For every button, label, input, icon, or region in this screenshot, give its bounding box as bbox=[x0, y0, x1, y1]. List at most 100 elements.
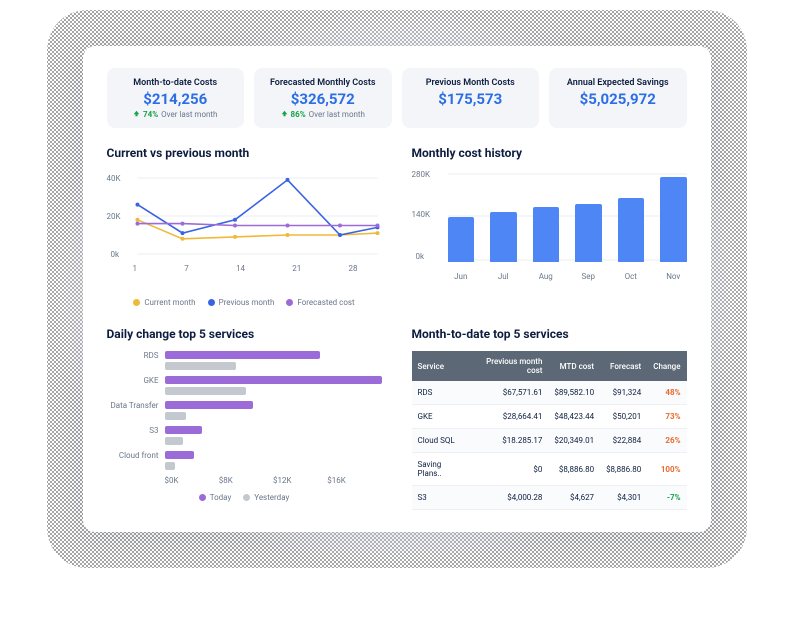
x-tick: $16K bbox=[327, 476, 381, 485]
y-tick: 140K bbox=[412, 210, 431, 219]
line-point bbox=[375, 224, 379, 228]
line-point bbox=[338, 233, 342, 237]
kpi-forecasted: Forecasted Monthly Costs $326,572 86% Ov… bbox=[254, 68, 392, 128]
section-bar-chart: Monthly cost history 280K 140K 0k Jun Jul… bbox=[412, 146, 687, 307]
hbar-label: Data Transfer bbox=[107, 401, 159, 411]
x-tick: Jul bbox=[490, 272, 517, 281]
cell-service: GKE bbox=[412, 405, 469, 429]
dashboard-card: Month-to-date Costs $214,256 74% Over la… bbox=[83, 46, 711, 532]
cell-forecast: $22,884 bbox=[600, 429, 647, 453]
bar bbox=[490, 212, 517, 262]
section-title: Current vs previous month bbox=[107, 146, 382, 160]
kpi-value: $5,025,972 bbox=[557, 90, 679, 108]
cell-service: Cloud SQL bbox=[412, 429, 469, 453]
y-tick: 0k bbox=[416, 252, 425, 261]
bar bbox=[448, 217, 475, 262]
legend-label: Previous month bbox=[219, 298, 275, 307]
line-point bbox=[285, 224, 289, 228]
section-title: Monthly cost history bbox=[412, 146, 687, 160]
bar-chart: 280K 140K 0k JunJulAugSepOctNov bbox=[412, 170, 687, 290]
section-title: Month-to-date top 5 services bbox=[412, 327, 687, 341]
bar-group bbox=[448, 170, 687, 262]
bar bbox=[533, 207, 560, 262]
x-tick: Sep bbox=[575, 272, 602, 281]
legend-item: Forecasted cost bbox=[286, 298, 354, 307]
col-forecast: Forecast bbox=[600, 351, 647, 381]
x-tick: $8K bbox=[219, 476, 273, 485]
kpi-sub-label: Over last month bbox=[309, 110, 365, 119]
cell-forecast: $8,886.80 bbox=[600, 453, 647, 486]
col-mtd: MTD cost bbox=[548, 351, 600, 381]
kpi-title: Forecasted Monthly Costs bbox=[262, 78, 384, 88]
col-service: Service bbox=[412, 351, 469, 381]
line-point bbox=[233, 218, 237, 222]
hbar-row: S3 bbox=[107, 426, 382, 445]
line-point bbox=[233, 235, 237, 239]
hbar-legend: Today Yesterday bbox=[107, 493, 382, 502]
y-tick: 280K bbox=[412, 170, 431, 179]
line-point bbox=[233, 224, 237, 228]
cell-mtd: $8,886.80 bbox=[548, 453, 600, 486]
hbar-x-labels: $0K $8K $12K $16K bbox=[165, 476, 382, 485]
kpi-value: $214,256 bbox=[115, 90, 237, 108]
kpi-prev-month: Previous Month Costs $175,573 bbox=[402, 68, 540, 128]
glow-frame: Month-to-date Costs $214,256 74% Over la… bbox=[83, 46, 711, 532]
line-point bbox=[135, 218, 139, 222]
cell-service: Saving Plans.. bbox=[412, 453, 469, 486]
kpi-title: Previous Month Costs bbox=[410, 78, 532, 88]
table-row: RDS$67,571.61$89,582.10$91,32448% bbox=[412, 381, 687, 405]
cell-prev: $67,571.61 bbox=[469, 381, 548, 405]
cell-change: 26% bbox=[647, 429, 686, 453]
cell-forecast: $91,324 bbox=[600, 381, 647, 405]
legend-item: Current month bbox=[133, 298, 195, 307]
line-point bbox=[285, 233, 289, 237]
hbar bbox=[165, 412, 187, 420]
hbar-label: Cloud front bbox=[107, 451, 159, 461]
hbar-row: GKE bbox=[107, 376, 382, 395]
table-header: Service Previous month cost MTD cost For… bbox=[412, 351, 687, 381]
y-tick: 20K bbox=[107, 212, 121, 221]
y-tick: 0k bbox=[111, 250, 120, 259]
hbar-track bbox=[165, 376, 382, 395]
legend-item: Previous month bbox=[208, 298, 275, 307]
x-tick: 14 bbox=[236, 264, 245, 273]
hbar bbox=[165, 351, 321, 359]
kpi-sub: 86% Over last month bbox=[262, 110, 384, 119]
kpi-title: Annual Expected Savings bbox=[557, 78, 679, 88]
table-row: GKE$28,664.41$48,423.44$50,20173% bbox=[412, 405, 687, 429]
kpi-pct: 86% bbox=[291, 110, 306, 119]
cell-service: S3 bbox=[412, 486, 469, 510]
hbar-chart: RDS GKE Data Transfer S3 Cloud front $0K $8K… bbox=[107, 351, 382, 502]
hbar bbox=[165, 426, 203, 434]
x-tick: Jun bbox=[448, 272, 475, 281]
hbar-row: Cloud front bbox=[107, 451, 382, 470]
legend-dot-icon bbox=[199, 494, 206, 501]
cell-change: 100% bbox=[647, 453, 686, 486]
hbar-label: RDS bbox=[107, 351, 159, 361]
legend-dot-icon bbox=[243, 494, 250, 501]
kpi-sub: 74% Over last month bbox=[115, 110, 237, 119]
bar bbox=[575, 204, 602, 262]
hbar-track bbox=[165, 451, 382, 470]
cell-mtd: $89,582.10 bbox=[548, 381, 600, 405]
hbar bbox=[165, 362, 237, 370]
line-point bbox=[180, 231, 184, 235]
hbar-track bbox=[165, 351, 382, 370]
legend-item: Yesterday bbox=[243, 493, 289, 502]
bar-x-labels: JunJulAugSepOctNov bbox=[448, 272, 687, 281]
section-title: Daily change top 5 services bbox=[107, 327, 382, 341]
hbar-label: GKE bbox=[107, 376, 159, 386]
hbar bbox=[165, 387, 246, 395]
legend-dot-icon bbox=[133, 299, 140, 306]
legend-label: Today bbox=[210, 493, 232, 502]
cell-prev: $0 bbox=[469, 453, 548, 486]
dashboard-grid: Current vs previous month 40K 20K 0k 1 7… bbox=[107, 146, 687, 510]
x-tick: Aug bbox=[533, 272, 560, 281]
legend-label: Forecasted cost bbox=[297, 298, 354, 307]
hbar bbox=[165, 437, 184, 445]
table-row: Saving Plans..$0$8,886.80$8,886.80100% bbox=[412, 453, 687, 486]
legend-label: Yesterday bbox=[254, 493, 289, 502]
legend-dot-icon bbox=[208, 299, 215, 306]
arrow-up-icon bbox=[281, 110, 288, 119]
line-point bbox=[180, 237, 184, 241]
